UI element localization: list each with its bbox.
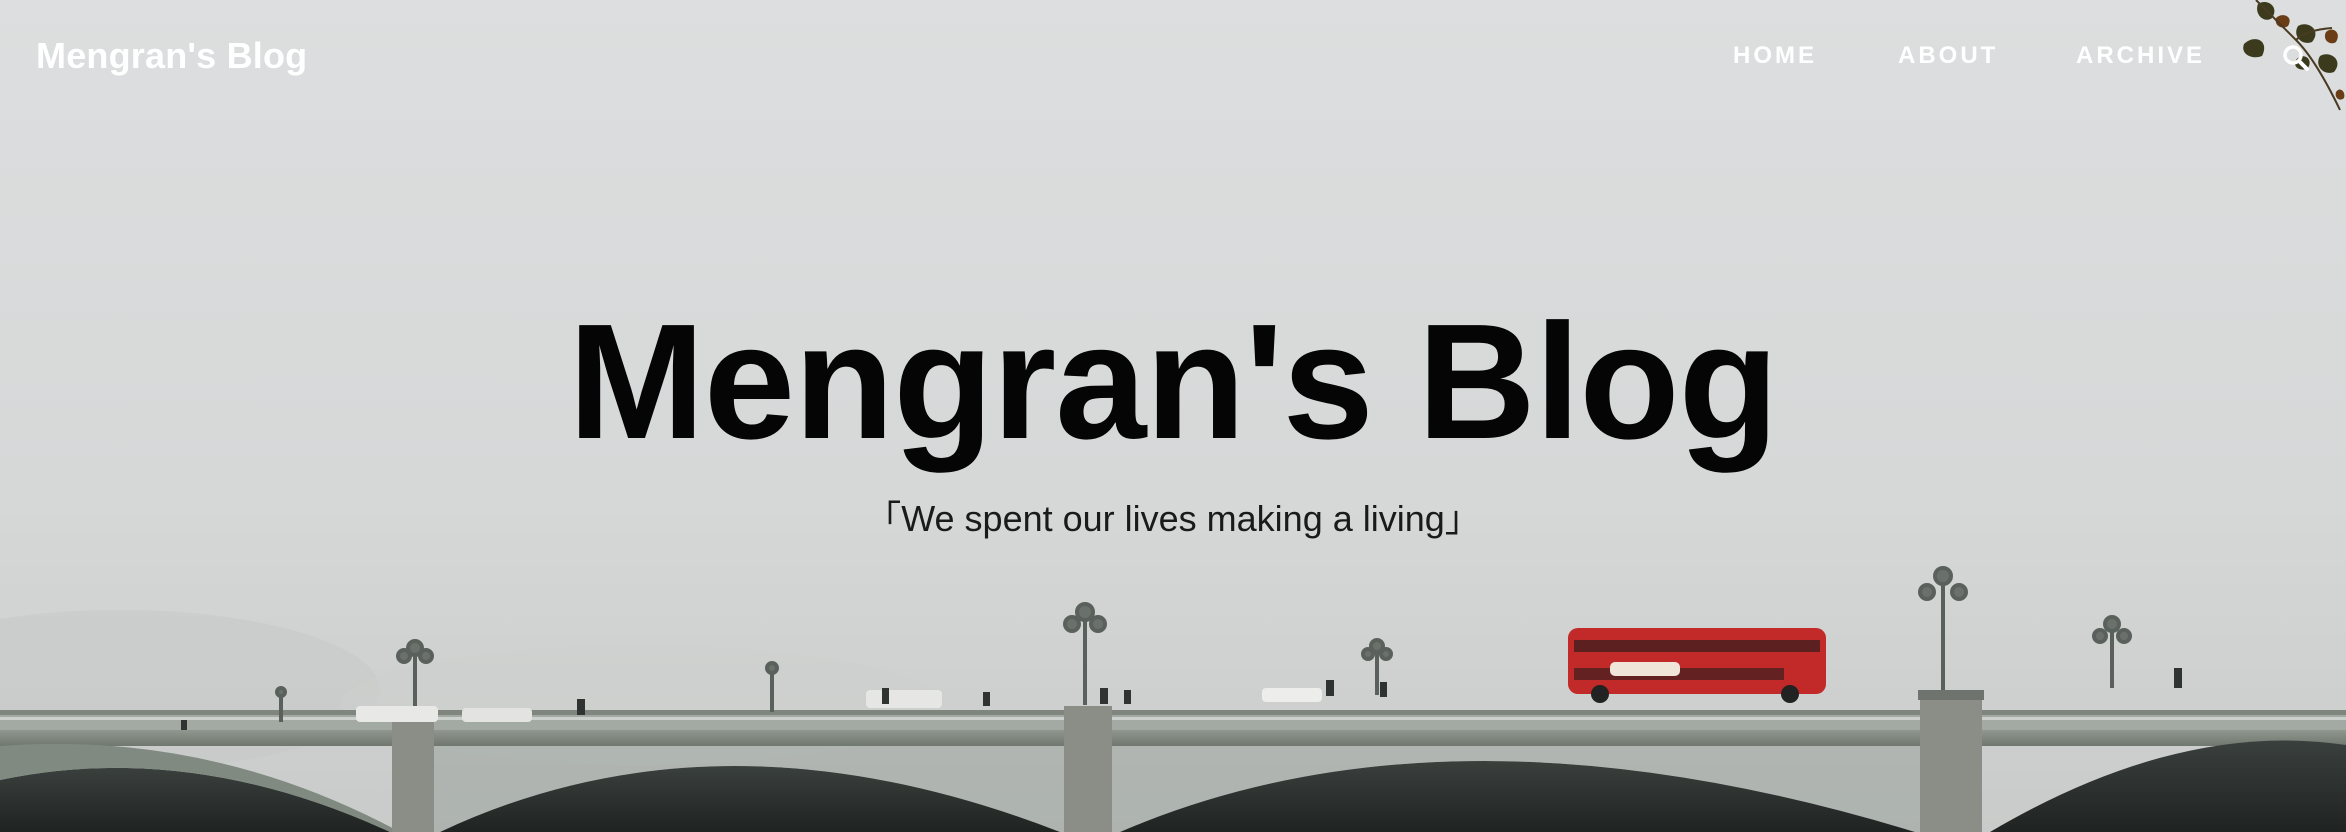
hero-banner: Mengran's Blog HOME ABOUT ARCHIVE Mengra… [0, 0, 2346, 832]
search-icon [2283, 45, 2309, 71]
nav-item-home[interactable]: HOME [1733, 42, 1817, 70]
main-nav: HOME ABOUT ARCHIVE [0, 42, 2346, 72]
hero-title: Mengran's Blog [568, 290, 1779, 473]
nav-item-about[interactable]: ABOUT [1898, 42, 1998, 70]
search-button[interactable] [2282, 44, 2310, 72]
nav-item-archive[interactable]: ARCHIVE [2076, 42, 2205, 70]
hero-subtitle: 「We spent our lives making a living」 [865, 498, 1481, 539]
